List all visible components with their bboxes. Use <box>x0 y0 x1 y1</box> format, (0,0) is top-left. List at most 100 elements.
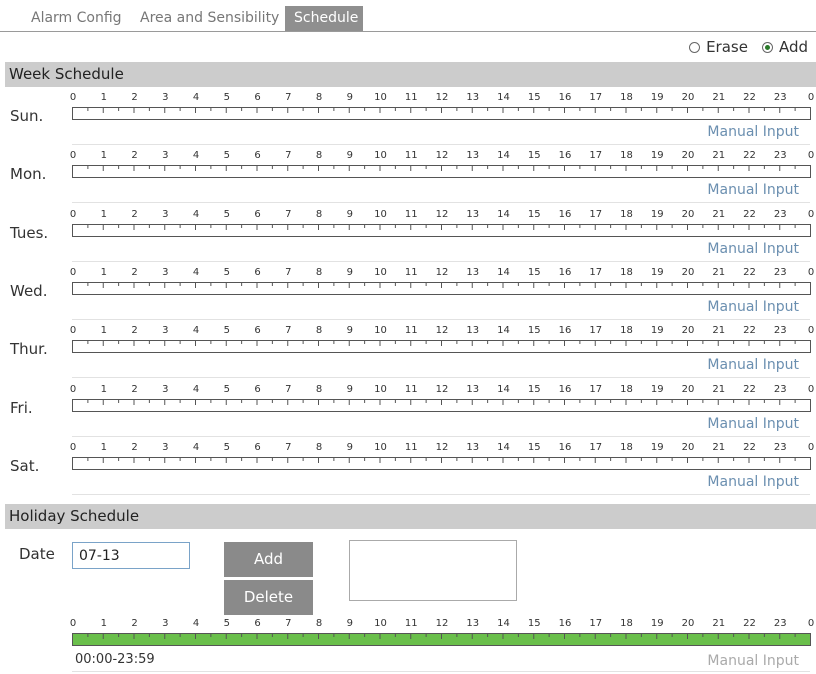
day-4-ruler-svg[interactable]: 0 1 2 3 4 5 6 7 8 9 10 11 12 13 14 15 16 17 18 19 20 21 22 23 0 <box>70 324 816 356</box>
day-4-label: Thur. <box>10 340 48 359</box>
day-4-hour-label: 4 <box>193 325 199 336</box>
day-3-hour-label: 5 <box>224 267 230 278</box>
day-5-hour-label: 12 <box>436 384 449 395</box>
day-1-hour-label: 3 <box>162 150 168 161</box>
tab-area-and-sensibility[interactable]: Area and Sensibility <box>131 6 288 32</box>
day-0-label: Sun. <box>10 107 44 125</box>
day-3-hour-label: 22 <box>743 267 756 278</box>
holiday-hour-label: 11 <box>405 618 418 629</box>
day-3-hour-label: 6 <box>254 267 260 278</box>
day-4-hour-label: 14 <box>497 325 510 336</box>
day-0-hour-label: 0 <box>808 92 814 103</box>
day-1-ruler-svg[interactable]: 0 1 2 3 4 5 6 7 8 9 10 11 12 13 14 15 16 17 18 19 20 21 22 23 0 <box>70 149 816 181</box>
day-0-hour-label: 18 <box>620 92 633 103</box>
day-5-ruler-svg[interactable]: 0 1 2 3 4 5 6 7 8 9 10 11 12 13 14 15 16 17 18 19 20 21 22 23 0 <box>70 383 816 415</box>
day-0-hour-label: 7 <box>285 92 291 103</box>
day-0-timeline[interactable]: 0 1 2 3 4 5 6 7 8 9 10 11 12 13 14 15 16 17 18 19 20 21 22 23 0 <box>70 91 814 123</box>
day-1-hour-label: 12 <box>436 150 449 161</box>
day-5-hour-label: 14 <box>497 384 510 395</box>
day-1-divider <box>72 202 810 204</box>
day-5-hour-label: 21 <box>712 384 725 395</box>
day-0-hour-label: 3 <box>162 92 168 103</box>
tab-schedule[interactable]: Schedule <box>285 6 363 32</box>
holiday-hour-label: 14 <box>497 618 510 629</box>
holiday-hour-label: 10 <box>374 618 387 629</box>
day-1-timeline[interactable]: 0 1 2 3 4 5 6 7 8 9 10 11 12 13 14 15 16 17 18 19 20 21 22 23 0 <box>70 149 814 181</box>
day-4-timeline[interactable]: 0 1 2 3 4 5 6 7 8 9 10 11 12 13 14 15 16 17 18 19 20 21 22 23 0 <box>70 324 814 356</box>
day-3-hour-label: 10 <box>374 267 387 278</box>
day-2-timeline[interactable]: 0 1 2 3 4 5 6 7 8 9 10 11 12 13 14 15 16 17 18 19 20 21 22 23 0 <box>70 208 814 240</box>
day-0-hour-label: 10 <box>374 92 387 103</box>
day-1-hour-label: 11 <box>405 150 418 161</box>
day-3-hour-label: 7 <box>285 267 291 278</box>
day-0-ruler-svg[interactable]: 0 1 2 3 4 5 6 7 8 9 10 11 12 13 14 15 16 17 18 19 20 21 22 23 0 <box>70 91 816 123</box>
holiday-date-list[interactable] <box>349 540 517 601</box>
holiday-add-button[interactable]: Add <box>224 542 313 577</box>
day-5-manual-input-link[interactable]: Manual Input <box>707 416 799 432</box>
date-input[interactable] <box>72 542 190 569</box>
day-0-hour-label: 4 <box>193 92 199 103</box>
day-6-hour-label: 13 <box>466 442 479 453</box>
holiday-hour-label: 5 <box>224 618 230 629</box>
day-2-hour-label: 5 <box>224 209 230 220</box>
day-2-hour-label: 20 <box>682 209 695 220</box>
day-4-hour-label: 19 <box>651 325 664 336</box>
day-4-hour-label: 0 <box>70 325 76 336</box>
day-4-hour-label: 15 <box>528 325 541 336</box>
day-5-timeline[interactable]: 0 1 2 3 4 5 6 7 8 9 10 11 12 13 14 15 16 17 18 19 20 21 22 23 0 <box>70 383 814 415</box>
day-2-hour-label: 16 <box>559 209 572 220</box>
tab-divider <box>0 31 816 32</box>
holiday-ruler-svg[interactable]: 0 1 2 3 4 5 6 7 8 9 10 11 12 13 14 15 16 17 18 19 20 21 22 23 0 <box>70 617 816 649</box>
day-4-hour-label: 11 <box>405 325 418 336</box>
day-4-hour-label: 9 <box>347 325 353 336</box>
day-3-hour-label: 11 <box>405 267 418 278</box>
day-0-hour-label: 23 <box>774 92 787 103</box>
holiday-hour-label: 15 <box>528 618 541 629</box>
add-radio[interactable] <box>761 41 773 53</box>
day-6-manual-input-link[interactable]: Manual Input <box>707 474 799 490</box>
day-0-manual-input-link[interactable]: Manual Input <box>707 124 799 140</box>
day-2-ruler-svg[interactable]: 0 1 2 3 4 5 6 7 8 9 10 11 12 13 14 15 16 17 18 19 20 21 22 23 0 <box>70 208 816 240</box>
day-3-divider <box>72 318 810 320</box>
day-4-hour-label: 21 <box>712 325 725 336</box>
day-2-hour-label: 12 <box>436 209 449 220</box>
day-0-hour-label: 14 <box>497 92 510 103</box>
day-3-hour-label: 21 <box>712 267 725 278</box>
day-4-hour-label: 23 <box>774 325 787 336</box>
day-6-timeline[interactable]: 0 1 2 3 4 5 6 7 8 9 10 11 12 13 14 15 16 17 18 19 20 21 22 23 0 <box>70 441 814 473</box>
day-1-manual-input-link[interactable]: Manual Input <box>707 182 799 198</box>
tab-bar: Alarm Config Area and Sensibility Schedu… <box>0 0 816 32</box>
day-4-hour-label: 2 <box>131 325 137 336</box>
day-6-ruler-svg[interactable]: 0 1 2 3 4 5 6 7 8 9 10 11 12 13 14 15 16 17 18 19 20 21 22 23 0 <box>70 441 816 473</box>
day-4-manual-input-link[interactable]: Manual Input <box>707 357 799 373</box>
day-6-hour-label: 7 <box>285 442 291 453</box>
tab-alarm-config[interactable]: Alarm Config <box>22 6 131 32</box>
day-2-hour-label: 8 <box>316 209 322 220</box>
day-1-hour-label: 22 <box>743 150 756 161</box>
day-5-hour-label: 9 <box>347 384 353 395</box>
holiday-delete-button[interactable]: Delete <box>224 580 313 615</box>
holiday-hour-label: 17 <box>589 618 602 629</box>
day-5-hour-label: 18 <box>620 384 633 395</box>
day-6-hour-label: 8 <box>316 442 322 453</box>
holiday-hour-label: 16 <box>559 618 572 629</box>
day-2-hour-label: 10 <box>374 209 387 220</box>
day-2-hour-label: 2 <box>131 209 137 220</box>
day-3-hour-label: 17 <box>589 267 602 278</box>
holiday-manual-input-link[interactable]: Manual Input <box>707 653 799 669</box>
day-2-manual-input-link[interactable]: Manual Input <box>707 241 799 257</box>
day-3-ruler-svg[interactable]: 0 1 2 3 4 5 6 7 8 9 10 11 12 13 14 15 16 17 18 19 20 21 22 23 0 <box>70 266 816 298</box>
day-1-hour-label: 2 <box>131 150 137 161</box>
day-1-hour-label: 17 <box>589 150 602 161</box>
day-2-hour-label: 4 <box>193 209 199 220</box>
day-3-timeline[interactable]: 0 1 2 3 4 5 6 7 8 9 10 11 12 13 14 15 16 17 18 19 20 21 22 23 0 <box>70 266 814 298</box>
day-0-hour-label: 2 <box>131 92 137 103</box>
erase-radio[interactable] <box>689 41 701 53</box>
day-6-hour-label: 3 <box>162 442 168 453</box>
day-2-hour-label: 11 <box>405 209 418 220</box>
holiday-timeline[interactable]: 0 1 2 3 4 5 6 7 8 9 10 11 12 13 14 15 16 17 18 19 20 21 22 23 0 <box>70 617 814 653</box>
day-5-hour-label: 23 <box>774 384 787 395</box>
day-5-hour-label: 0 <box>70 384 76 395</box>
day-0-hour-label: 17 <box>589 92 602 103</box>
day-3-manual-input-link[interactable]: Manual Input <box>707 299 799 315</box>
